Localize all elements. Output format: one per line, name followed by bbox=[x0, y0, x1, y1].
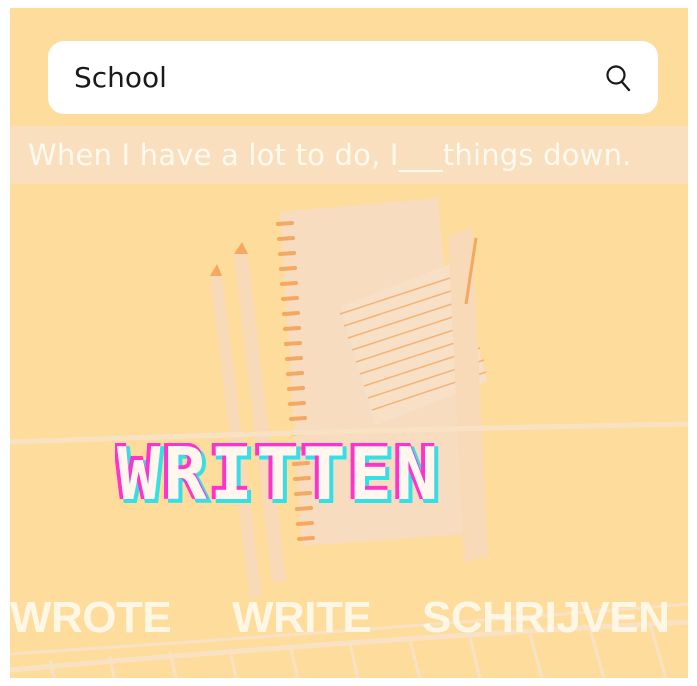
answer-option-schrijven[interactable]: SCHRIJVEN bbox=[422, 593, 670, 643]
answer-option-wrote[interactable]: WROTE bbox=[10, 593, 172, 643]
question-text: When I have a lot to do, I___things down… bbox=[28, 138, 632, 172]
question-band: When I have a lot to do, I___things down… bbox=[10, 126, 688, 184]
target-word: WRITTEN WRITTEN WRITTEN bbox=[115, 443, 442, 513]
search-bar[interactable]: School bbox=[48, 41, 658, 114]
answer-options: WROTE WRITE SCHRIJVEN bbox=[10, 593, 688, 643]
search-icon[interactable] bbox=[604, 63, 632, 93]
target-word-text: WRITTEN bbox=[117, 443, 441, 513]
search-input[interactable]: School bbox=[74, 61, 167, 94]
answer-option-write[interactable]: WRITE bbox=[232, 593, 372, 643]
quiz-card: School When I have a lot to do, I___thin… bbox=[10, 8, 688, 678]
